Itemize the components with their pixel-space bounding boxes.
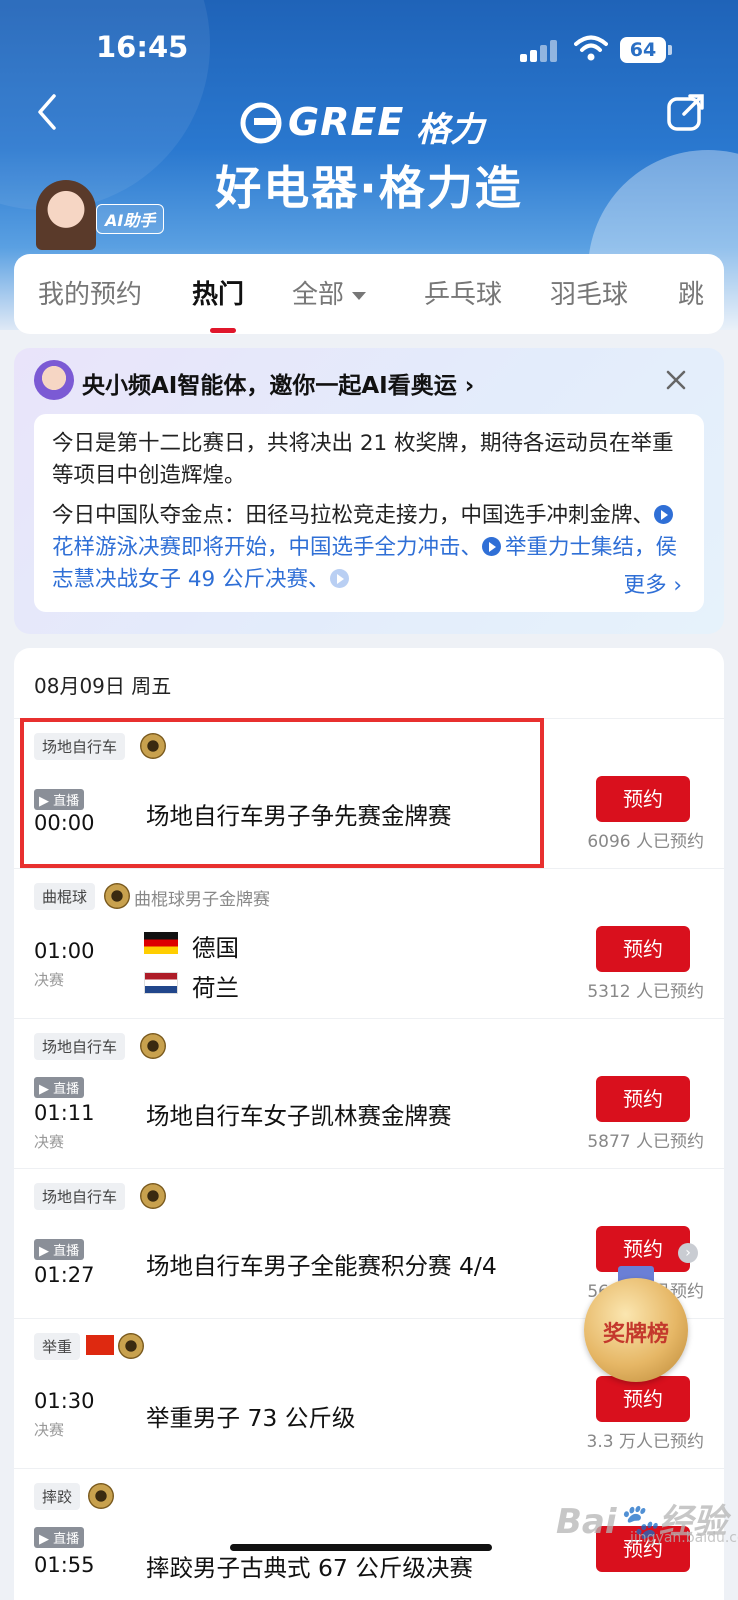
team-name: 荷兰 [192,974,239,1002]
ai-card-title[interactable]: 央小频AI智能体，邀你一起AI看奥运 › [82,366,474,400]
sport-tag: 曲棍球 [34,883,96,910]
event-name: 场地自行车男子全能赛积分赛 4/4 [146,1252,497,1280]
medal-table-label: 奖牌榜 [602,1322,669,1347]
status-time: 16:45 [96,30,189,64]
wifi-icon [574,35,608,61]
ai-highlights: 今日中国队夺金点：田径马拉松竞走接力，中国选手冲刺金牌、花样游泳决赛即将开始，中… [52,500,686,596]
share-icon[interactable] [666,92,706,132]
brand-cn: 格力 [416,110,484,150]
close-icon[interactable] [666,370,686,390]
event-time: 01:00 [34,939,95,963]
brand-word: GREE [288,100,405,144]
chevron-right-icon[interactable]: › [678,1243,698,1263]
reservation-count: 3.3 万人已预约 [586,1432,704,1452]
ai-assistant-badge[interactable]: AI助手 [96,204,165,234]
ai-summary-text: 今日是第十二比赛日，共将决出 21 枚奖牌，期待各运动员在举重等项目中创造辉煌。 [52,431,674,488]
gold-medal-icon [118,1333,144,1359]
sport-tag: 举重 [34,1333,81,1360]
tab-table-tennis[interactable]: 乒乓球 [424,274,502,311]
cellular-signal-icon [520,40,560,62]
reservation-count: 6096 人已预约 [587,832,704,852]
sport-tag: 场地自行车 [34,1033,126,1060]
live-badge: ▶ 直播 [34,1239,85,1260]
gree-logo: GREE 格力 [240,98,490,150]
event-row[interactable]: 曲棍球 曲棍球男子金牌赛 01:00 决赛 德国 荷兰 预约 5312 人已预约 [14,868,724,1018]
ai-card-body: 今日是第十二比赛日，共将决出 21 枚奖牌，期待各运动员在举重等项目中创造辉煌。… [34,414,704,612]
event-stage: 决赛 [34,1133,65,1151]
battery-indicator: 64 [620,37,672,63]
reservation-count: 5312 人已预约 [587,982,704,1002]
team-name: 德国 [192,934,239,962]
tab-badminton[interactable]: 羽毛球 [550,274,628,311]
reserve-button[interactable]: 预约 [596,1376,690,1422]
highlights-lead: 今日中国队夺金点：田径马拉松竞走接力，中国选手冲刺金牌、 [52,503,655,528]
play-icon [329,569,349,588]
event-time: 01:27 [34,1263,95,1287]
tab-all-label: 全部 [292,280,345,310]
germany-flag-icon [144,932,178,954]
event-subtitle: 曲棍球男子金牌赛 [134,890,270,910]
china-flag-icon [86,1335,114,1355]
reservation-count: 5877 人已预约 [587,1132,704,1152]
event-name: 举重男子 73 公斤级 [146,1404,356,1432]
medal-table-button[interactable]: 奖牌榜 [584,1266,690,1382]
gold-medal-icon [140,1183,166,1209]
gold-medal-icon [140,1033,166,1059]
tab-all[interactable]: 全部 [292,274,367,311]
play-icon [654,505,674,524]
gold-medal-icon [88,1483,114,1509]
netherlands-flag-icon [144,972,178,994]
live-badge: ▶ 直播 [34,1527,85,1548]
more-link[interactable]: 更多 › [617,570,682,602]
sport-tag: 场地自行车 [34,1183,126,1210]
highlight-annotation-box [20,718,544,868]
reserve-button[interactable]: 预约 [596,776,690,822]
event-time: 01:11 [34,1101,95,1125]
gold-medal-icon [104,883,130,909]
category-tabs: 我的预约 热门 全部 乒乓球 羽毛球 跳 [14,254,724,334]
home-indicator[interactable] [230,1544,492,1551]
play-icon [482,537,502,556]
ai-assistant-avatar[interactable] [36,180,96,250]
sport-tag: 摔跤 [34,1483,81,1510]
gree-ring-icon [240,102,282,144]
event-stage: 决赛 [34,971,65,989]
event-stage: 决赛 [34,1421,65,1439]
event-time: 01:30 [34,1389,95,1413]
back-arrow-icon[interactable] [32,92,62,132]
reserve-button[interactable]: 预约 [596,926,690,972]
ai-agent-avatar [34,360,74,400]
event-name: 场地自行车女子凯林赛金牌赛 [146,1102,452,1130]
event-time: 01:55 [34,1553,95,1577]
watermark-url: jingyan.baidu.com [630,1530,738,1546]
ai-olympics-card[interactable]: 央小频AI智能体，邀你一起AI看奥运 › 今日是第十二比赛日，共将决出 21 枚… [14,348,724,634]
live-badge: ▶ 直播 [34,1077,85,1098]
event-row[interactable]: 场地自行车 ▶ 直播 01:11 决赛 场地自行车女子凯林赛金牌赛 预约 587… [14,1018,724,1168]
highlight-link-swimming[interactable]: 花样游泳决赛即将开始，中国选手全力冲击、 [52,535,482,560]
tab-popular[interactable]: 热门 [192,274,244,311]
active-tab-indicator [210,328,236,333]
tab-more-cut[interactable]: 跳 [678,274,704,311]
reserve-button[interactable]: 预约 [596,1076,690,1122]
tab-my-reservations[interactable]: 我的预约 [38,274,142,311]
chevron-down-icon [352,291,367,300]
schedule-date: 08月09日 周五 [34,674,172,698]
event-name: 摔跤男子古典式 67 公斤级决赛 [146,1554,473,1582]
